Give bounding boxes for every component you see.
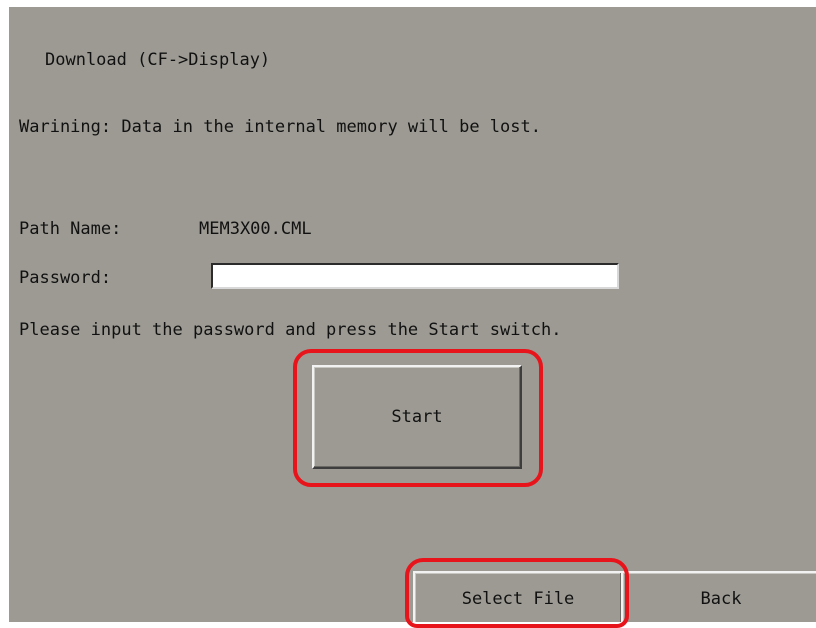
instruction-message: Please input the password and press the … xyxy=(19,320,562,340)
warning-message: Warining: Data in the internal memory wi… xyxy=(19,117,541,137)
path-name-value: MEM3X00.CML xyxy=(199,219,312,239)
path-name-label: Path Name: xyxy=(19,219,122,239)
password-input[interactable] xyxy=(211,263,619,289)
select-file-button[interactable]: Select File xyxy=(413,571,623,622)
start-button[interactable]: Start xyxy=(312,365,522,469)
back-button[interactable]: Back xyxy=(621,571,816,622)
download-screen: Download (CF->Display) Warining: Data in… xyxy=(9,7,816,622)
screen-title: Download (CF->Display) xyxy=(45,50,271,70)
password-label: Password: xyxy=(19,268,112,288)
